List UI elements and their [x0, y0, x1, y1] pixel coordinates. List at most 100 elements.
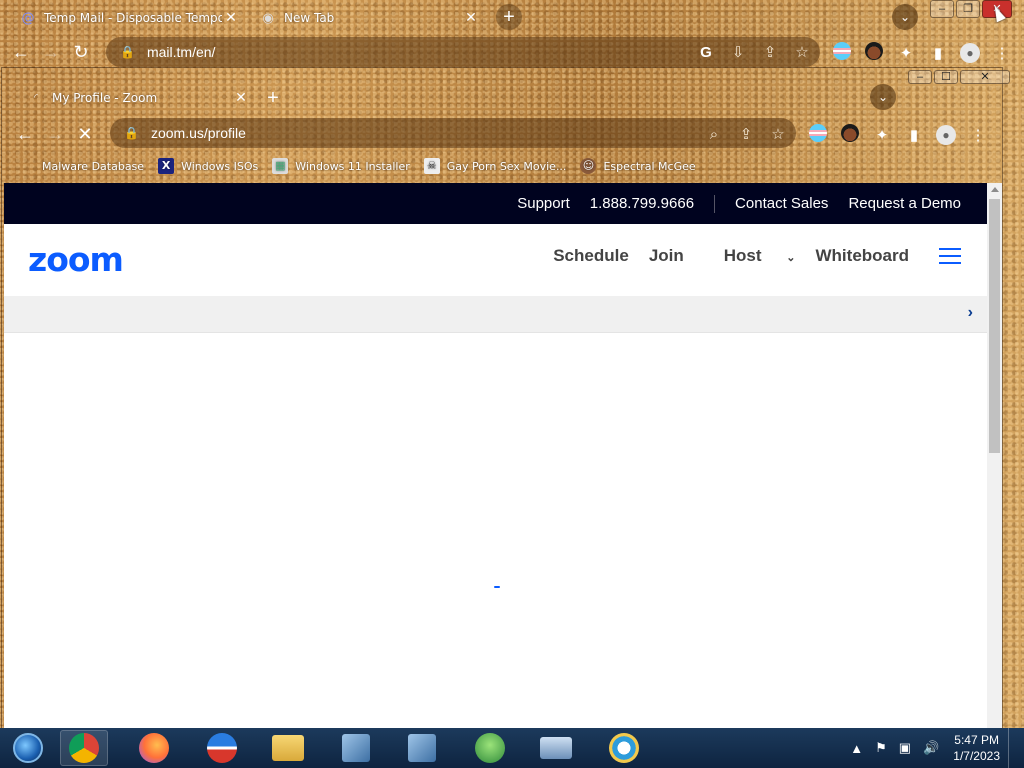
zoom-main-nav: zoom Schedule Join Host ⌄ Whiteboard — [4, 224, 987, 296]
page-scrollbar[interactable] — [987, 183, 1002, 728]
hamburger-menu-icon[interactable] — [939, 248, 961, 264]
image-icon: ▦ — [272, 158, 289, 174]
bookmark-windows-11-installer[interactable]: ▦ Windows 11 Installer — [272, 158, 410, 174]
clock[interactable]: 5:47 PM 1/7/2023 — [953, 732, 1000, 764]
chevron-right-icon[interactable]: › — [968, 304, 973, 322]
chrome-icon: ◉ — [262, 10, 274, 26]
bookmark-windows-isos[interactable]: X Windows ISOs — [158, 158, 258, 174]
menu-icon[interactable]: ⋮ — [962, 126, 994, 144]
taskbar-app-eye[interactable] — [600, 730, 648, 766]
bookmark-label: Malware Database — [42, 159, 145, 173]
close-tab-icon[interactable]: ✕ — [462, 10, 480, 26]
back-button[interactable]: ← — [6, 42, 36, 63]
phone-link[interactable]: 1.888.799.9666 — [590, 195, 694, 212]
minimize-button[interactable]: – — [908, 70, 932, 84]
eye-icon — [609, 733, 639, 763]
reload-button[interactable]: ↻ — [66, 42, 96, 63]
tab-title: My Profile - Zoom — [52, 91, 158, 105]
close-tab-icon[interactable]: ✕ — [232, 90, 250, 106]
puzzle-icon[interactable]: ✦ — [866, 126, 898, 144]
puzzle-icon[interactable]: ✦ — [890, 44, 922, 62]
download-icon[interactable]: ⇩ — [722, 43, 754, 61]
setup-icon — [408, 734, 436, 762]
tab-search-button[interactable]: ⌄ — [892, 4, 918, 30]
taskbar-network-app[interactable] — [466, 730, 514, 766]
forward-button[interactable]: → — [40, 124, 70, 145]
nav-join[interactable]: Join — [649, 246, 684, 266]
loading-icon: ◜ — [34, 93, 38, 103]
bookmark-gay-porn-sex-movie[interactable]: ☠ Gay Porn Sex Movie... — [423, 158, 567, 174]
search-icon[interactable]: ⌕ — [698, 126, 730, 143]
show-desktop-button[interactable] — [1008, 728, 1018, 768]
front-window-chrome: ◜ My Profile - Zoom ✕ + ⌄ – ☐ ✕ ← → ✕ 🔒 … — [2, 68, 1010, 183]
flag-extension-icon[interactable] — [802, 124, 834, 146]
side-panel-icon[interactable]: ▮ — [898, 126, 930, 144]
google-icon[interactable]: G — [690, 44, 722, 61]
zoom-logo[interactable]: zoom — [28, 240, 124, 279]
share-icon[interactable]: ⇪ — [754, 43, 786, 61]
stop-loading-button[interactable]: ✕ — [70, 124, 100, 145]
show-hidden-icons[interactable]: ▲ — [850, 741, 863, 756]
front-address-bar[interactable]: 🔒 zoom.us/profile — [110, 118, 796, 148]
scroll-up-arrow[interactable] — [991, 187, 999, 192]
nav-host-label: Host — [723, 246, 762, 265]
nav-whiteboard[interactable]: Whiteboard — [816, 246, 910, 266]
x-logo-icon: X — [158, 158, 175, 174]
bookmark-espectral-mcgee[interactable]: ☺ Espectral McGee — [580, 158, 696, 174]
bookmark-star-icon[interactable]: ☆ — [786, 43, 818, 61]
support-link[interactable]: Support — [517, 195, 570, 212]
flag-extension-icon[interactable] — [826, 42, 858, 64]
close-tab-icon[interactable]: ✕ — [222, 10, 240, 26]
face-extension-icon[interactable] — [858, 42, 890, 64]
keyboard-icon — [540, 737, 572, 759]
front-url: zoom.us/profile — [150, 125, 246, 141]
taskbar-keyboard-app[interactable] — [532, 730, 580, 766]
tab-new-tab[interactable]: ◉ New Tab ✕ — [248, 2, 486, 34]
share-icon[interactable]: ⇪ — [730, 125, 762, 143]
bookmark-label: Gay Porn Sex Movie... — [446, 159, 567, 173]
bookmark-star-icon[interactable]: ☆ — [762, 125, 794, 143]
bookmark-malware-database[interactable]: Malware Database — [42, 160, 144, 173]
loading-spinner — [494, 586, 500, 588]
side-panel-icon[interactable]: ▮ — [922, 44, 954, 62]
new-tab-button[interactable]: + — [260, 85, 286, 111]
lock-icon: 🔒 — [124, 126, 139, 140]
start-button[interactable] — [4, 730, 52, 766]
clock-date: 1/7/2023 — [953, 749, 1000, 763]
profile-sub-nav: › — [4, 296, 987, 333]
profile-icon[interactable]: ● — [930, 125, 962, 145]
bookmarks-bar: Malware Database X Windows ISOs ▦ Window… — [2, 152, 696, 180]
flag-icon[interactable]: ⚑ — [875, 740, 887, 756]
minimize-button[interactable]: – — [930, 0, 954, 18]
request-demo-link[interactable]: Request a Demo — [848, 195, 961, 212]
nav-host[interactable]: Host ⌄ — [704, 246, 796, 266]
menu-icon[interactable]: ⋮ — [986, 44, 1018, 62]
taskbar-file-explorer[interactable] — [264, 730, 312, 766]
maximize-button[interactable]: ☐ — [934, 70, 958, 84]
outer-extension-icons: ✦ ▮ ● ⋮ — [826, 42, 1018, 64]
back-button[interactable]: ← — [10, 124, 40, 145]
taskbar-firefox[interactable] — [130, 730, 178, 766]
restore-button[interactable]: ❐ — [956, 0, 980, 18]
scrollbar-thumb[interactable] — [989, 199, 1000, 453]
network-icon[interactable]: ▣ — [899, 740, 911, 756]
close-window-button[interactable]: ✕ — [960, 70, 1010, 84]
new-tab-button[interactable]: + — [496, 4, 522, 30]
globe-icon — [207, 733, 237, 763]
taskbar-installer-1[interactable] — [332, 730, 380, 766]
tab-my-profile-zoom[interactable]: ◜ My Profile - Zoom ✕ — [16, 82, 256, 114]
taskbar-app-blue[interactable] — [198, 730, 246, 766]
bookmark-label: Windows ISOs — [181, 159, 259, 173]
face-extension-icon[interactable] — [834, 124, 866, 146]
forward-button[interactable]: → — [36, 42, 66, 63]
lock-icon: 🔒 — [120, 45, 135, 59]
volume-icon[interactable]: 🔊 — [923, 740, 939, 756]
taskbar-chrome[interactable] — [60, 730, 108, 766]
nav-schedule[interactable]: Schedule — [553, 246, 629, 266]
taskbar-installer-2[interactable] — [398, 730, 446, 766]
profile-icon[interactable]: ● — [954, 43, 986, 63]
tab-search-button[interactable]: ⌄ — [870, 84, 896, 110]
front-toolbar: ← → ✕ — [2, 118, 100, 150]
tab-temp-mail[interactable]: @ Temp Mail - Disposable Temporar ✕ — [8, 2, 246, 34]
contact-sales-link[interactable]: Contact Sales — [735, 195, 828, 212]
